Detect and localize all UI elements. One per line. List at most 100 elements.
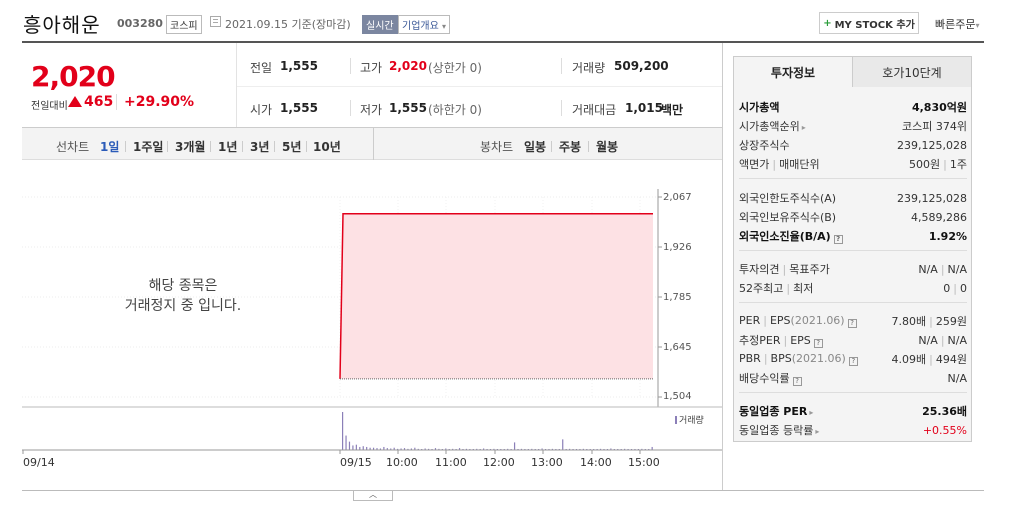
price-area <box>340 213 653 379</box>
sector-change-row[interactable]: 동일업종 등락률 ▸ +0.55% <box>739 421 967 439</box>
sector-per-label: 동일업종 PER <box>739 405 808 418</box>
x-tick-label: 14:00 <box>580 456 612 469</box>
chevron-right-icon: ▸ <box>801 123 806 132</box>
chevron-up-icon: ︿ <box>369 490 377 499</box>
market-cap-row: 시가총액 4,830억원 <box>739 98 967 116</box>
pbr-label: PBR <box>739 352 761 365</box>
low52-label: 최저 <box>793 282 814 295</box>
sector-change-label: 동일업종 등락률 <box>739 424 814 437</box>
y-tick-label: 1,785 <box>663 292 692 303</box>
y-tick-label: 1,926 <box>663 242 692 253</box>
cap-rank-value: 코스피 374위 <box>902 120 967 133</box>
bps-value: 494원 <box>935 353 967 366</box>
unit-value: 1주 <box>949 158 967 171</box>
plus-icon: + <box>823 17 832 29</box>
foreign-limit-label: 외국인한도주식수(A) <box>739 192 837 205</box>
x-tick-label: 11:00 <box>435 456 467 469</box>
per-eps-row: PER | EPS(2021.06)? 7.80배 | 259원 <box>739 314 967 328</box>
collapse-button[interactable]: ︿ <box>353 491 393 501</box>
par-label: 액면가 <box>739 158 770 171</box>
divider <box>739 302 967 303</box>
est-per-row: 추정PER | EPS? N/A | N/A <box>739 333 967 348</box>
foreign-ratio-value: 1.92% <box>928 229 967 243</box>
par-unit-row: 액면가 | 매매단위 500원 | 1주 <box>739 158 967 171</box>
opinion-value: N/A <box>918 262 938 276</box>
sector-change-value: +0.55% <box>922 423 967 437</box>
help-icon[interactable]: ? <box>813 339 823 348</box>
per-label: PER <box>739 314 761 327</box>
eps-label: EPS <box>769 314 791 327</box>
x-tick-label: 15:00 <box>628 456 660 469</box>
divider <box>739 178 967 179</box>
target-value: N/A <box>947 262 967 276</box>
par-value: 500원 <box>909 158 941 171</box>
target-label: 목표주가 <box>789 263 830 276</box>
est-eps-label: EPS <box>790 334 811 347</box>
y-tick-label: 1,645 <box>663 342 692 353</box>
volume-bar <box>352 445 354 450</box>
foreign-ratio-label: 외국인소진율(B/A) <box>739 230 831 243</box>
52week-row: 52주최고 | 최저 0 | 0 <box>739 281 967 296</box>
volume-bar <box>362 446 364 450</box>
cap-rank-row[interactable]: 시가총액순위 ▸ 코스피 374위 <box>739 117 967 135</box>
dividend-label: 배당수익률 <box>739 372 790 385</box>
x-tick-label: 10:00 <box>386 456 418 469</box>
est-per-label: 추정PER <box>739 334 781 347</box>
halt-message-line2: 거래정지 중 입니다. <box>124 298 242 314</box>
eps-value: 259원 <box>935 315 967 328</box>
foreign-hold-label: 외국인보유주식수(B) <box>739 211 837 224</box>
listed-shares-value: 239,125,028 <box>897 138 967 152</box>
volume-bar <box>513 442 516 450</box>
chevron-right-icon: ▸ <box>809 408 814 417</box>
volume-bar <box>345 435 347 450</box>
opinion-label: 투자의견 <box>739 263 780 276</box>
volume-bar <box>348 441 351 450</box>
trading-halt-message: 해당 종목은 거래정지 중 입니다. <box>108 276 258 316</box>
low52-value: 0 <box>960 281 967 295</box>
divider <box>739 392 967 393</box>
x-tick-label: 12:00 <box>483 456 515 469</box>
dividend-value: N/A <box>947 371 967 385</box>
unit-label: 매매단위 <box>779 158 820 171</box>
volume-bar <box>355 444 357 450</box>
chevron-down-icon: ▾ <box>975 21 980 30</box>
pbr-value: 4.09배 <box>891 353 927 366</box>
pbr-bps-row: PBR | BPS(2021.06)? 4.09배 | 494원 <box>739 352 967 366</box>
sector-per-value: 25.36배 <box>922 405 967 418</box>
high52-label: 52주최고 <box>739 282 784 295</box>
eps-year: (2021.06) <box>790 314 845 327</box>
chevron-right-icon: ▸ <box>815 427 820 436</box>
help-icon[interactable]: ? <box>848 357 858 366</box>
price-chart <box>22 189 722 454</box>
volume-bar <box>562 439 564 450</box>
help-icon[interactable]: ? <box>792 377 802 386</box>
cap-rank-label: 시가총액순위 <box>739 120 800 133</box>
est-per-value: N/A <box>918 333 938 347</box>
dividend-row: 배당수익률? N/A <box>739 369 967 387</box>
tab-invest-info[interactable]: 투자정보 <box>733 56 853 88</box>
quick-order-dropdown[interactable]: 빠른주문▾ <box>935 16 980 32</box>
help-icon[interactable]: ? <box>847 319 857 328</box>
add-mystock-button[interactable]: + MY STOCK 추가 <box>819 12 919 34</box>
y-tick-label: 2,067 <box>663 192 692 203</box>
opinion-target-row: 투자의견 | 목표주가 N/A | N/A <box>739 262 967 277</box>
tab-orderbook-10[interactable]: 호가10단계 <box>852 56 972 88</box>
divider <box>739 250 967 251</box>
foreign-hold-value: 4,589,286 <box>911 210 967 224</box>
y-tick-label: 1,504 <box>663 391 692 402</box>
listed-shares-row: 상장주식수 239,125,028 <box>739 136 967 154</box>
add-mystock-label: MY STOCK 추가 <box>834 19 915 31</box>
sector-per-row[interactable]: 동일업종 PER ▸ 25.36배 <box>739 402 967 420</box>
halt-message-line1: 해당 종목은 <box>148 278 218 294</box>
x-tick-label: 09/14 <box>23 456 55 469</box>
bps-label: BPS <box>770 352 792 365</box>
foreign-limit-row: 외국인한도주식수(A) 239,125,028 <box>739 189 967 207</box>
help-icon[interactable]: ? <box>833 235 843 244</box>
x-tick-label: 13:00 <box>531 456 563 469</box>
panel-divider <box>722 43 723 491</box>
bps-year: (2021.06) <box>791 352 846 365</box>
bottom-divider <box>22 490 984 491</box>
per-value: 7.80배 <box>891 315 927 328</box>
foreign-ratio-row: 외국인소진율(B/A)? 1.92% <box>739 227 967 245</box>
quick-order-label: 빠른주문 <box>935 18 976 31</box>
